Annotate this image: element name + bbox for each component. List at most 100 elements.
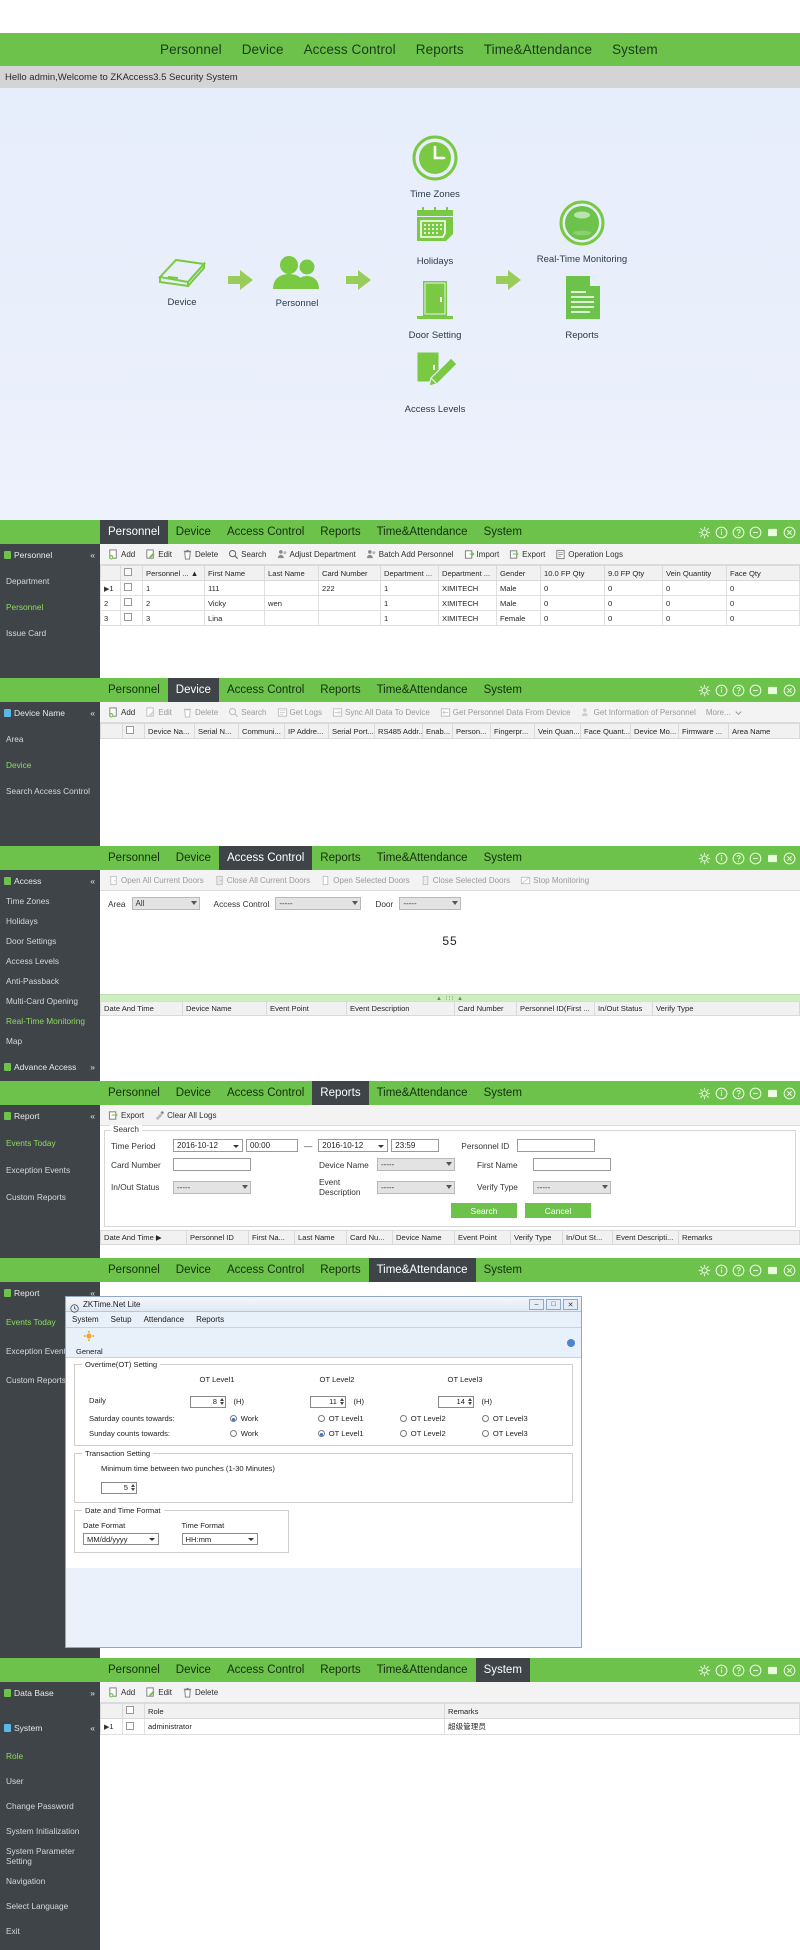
sidebar-item-access-levels[interactable]: Access Levels <box>0 951 100 971</box>
menu-item-device[interactable]: Device <box>232 39 294 60</box>
sidebar-header-database[interactable]: Data Base » <box>0 1682 100 1703</box>
col-vein-quantity[interactable]: Vein Quantity <box>662 565 727 581</box>
tab-access-control[interactable]: Access Control <box>219 520 312 544</box>
col-communication[interactable]: Communi... <box>238 723 285 739</box>
tab-time-attendance[interactable]: Time&Attendance <box>369 1658 476 1682</box>
col-department-num[interactable]: Department ... <box>380 565 439 581</box>
close-icon[interactable] <box>783 1087 796 1100</box>
col-in-out-status[interactable]: In/Out Status <box>594 1001 653 1016</box>
sidebar-item-navigation[interactable]: Navigation <box>0 1871 100 1891</box>
sidebar-item-map[interactable]: Map <box>0 1031 100 1051</box>
select-all-col[interactable] <box>120 565 143 581</box>
sidebar-item-issue-card[interactable]: Issue Card <box>0 623 100 643</box>
radio-icon[interactable] <box>317 1415 325 1422</box>
search-button[interactable]: Search <box>451 1203 517 1218</box>
min-punch-interval-spinner[interactable]: 5 <box>101 1481 137 1494</box>
spinner-arrows-icon[interactable] <box>340 1398 344 1405</box>
col-serial-number[interactable]: Serial N... <box>194 723 239 739</box>
sidebar-item-department[interactable]: Department <box>0 571 100 591</box>
tab-time-attendance[interactable]: Time&Attendance <box>369 520 476 544</box>
saturday-option-ot1[interactable]: OT Level1 <box>317 1414 400 1423</box>
date-from-input[interactable]: 2016-10-12 <box>173 1139 243 1152</box>
flow-node-holidays[interactable]: Holidays <box>398 206 472 267</box>
info-icon[interactable] <box>715 1264 728 1277</box>
card-number-input[interactable] <box>173 1158 251 1171</box>
import-button[interactable]: Import <box>460 549 504 560</box>
get-personnel-data-button[interactable]: Get Personnel Data From Device <box>436 707 575 718</box>
sidebar-header-system[interactable]: System « <box>0 1717 100 1738</box>
area-select[interactable]: All <box>131 897 200 910</box>
tab-time-attendance[interactable]: Time&Attendance <box>369 846 476 870</box>
operation-logs-button[interactable]: Operation Logs <box>551 549 627 560</box>
minimize-icon[interactable] <box>749 684 762 697</box>
tab-access-control[interactable]: Access Control <box>219 1081 312 1105</box>
col-card-number[interactable]: Card Number <box>454 1001 517 1016</box>
col-device-name[interactable]: Device Name <box>182 1001 267 1016</box>
tab-device[interactable]: Device <box>168 1258 219 1282</box>
menu-item-reports[interactable]: Reports <box>406 39 474 60</box>
col-serial-port[interactable]: Serial Port... <box>328 723 375 739</box>
sidebar-item-device[interactable]: Device <box>0 755 100 775</box>
sidebar-item-exit[interactable]: Exit <box>0 1921 100 1941</box>
sidebar-item-select-language[interactable]: Select Language <box>0 1896 100 1916</box>
select-all-checkbox[interactable] <box>126 726 134 734</box>
flow-node-personnel[interactable]: Personnel <box>262 256 332 309</box>
radio-icon[interactable] <box>229 1430 237 1437</box>
dialog-close-button[interactable]: ✕ <box>563 1299 578 1310</box>
ot-level1-spinner[interactable]: 8 <box>190 1395 226 1408</box>
maximize-icon[interactable] <box>766 1264 779 1277</box>
delete-button[interactable]: Delete <box>178 1687 222 1698</box>
col-verify-type[interactable]: Verify Type <box>652 1001 800 1016</box>
help-icon[interactable] <box>732 684 745 697</box>
col-fp-10[interactable]: 10.0 FP Qty <box>540 565 605 581</box>
minimize-icon[interactable] <box>749 1664 762 1677</box>
gear-icon[interactable] <box>698 1264 711 1277</box>
spinner-arrows-icon[interactable] <box>131 1484 135 1491</box>
zktime-menu-reports[interactable]: Reports <box>196 1315 224 1324</box>
col-remarks[interactable]: Remarks <box>444 1703 800 1719</box>
flow-node-realtime-monitoring[interactable]: Real-Time Monitoring <box>534 200 630 265</box>
zktime-menu-attendance[interactable]: Attendance <box>144 1315 184 1324</box>
stop-monitoring-button[interactable]: Stop Monitoring <box>516 875 593 886</box>
sidebar-item-anti-passback[interactable]: Anti-Passback <box>0 971 100 991</box>
saturday-option-work[interactable]: Work <box>229 1414 318 1423</box>
col-rs485-address[interactable]: RS485 Addr... <box>374 723 423 739</box>
tab-device[interactable]: Device <box>168 520 219 544</box>
close-icon[interactable] <box>783 684 796 697</box>
col-event-point[interactable]: Event Point <box>266 1001 347 1016</box>
sidebar-item-holidays[interactable]: Holidays <box>0 911 100 931</box>
col-last-name[interactable]: Last Name <box>264 565 319 581</box>
col-ip-address[interactable]: IP Addre... <box>284 723 329 739</box>
batch-add-personnel-button[interactable]: Batch Add Personnel <box>362 549 458 560</box>
sunday-option-ot2[interactable]: OT Level2 <box>399 1429 482 1438</box>
add-button[interactable]: Add <box>104 548 139 560</box>
maximize-icon[interactable] <box>766 1087 779 1100</box>
col-face-qty[interactable]: Face Qty <box>726 565 800 581</box>
sidebar-item-role[interactable]: Role <box>0 1746 100 1766</box>
tab-access-control[interactable]: Access Control <box>219 1658 312 1682</box>
select-all-checkbox[interactable] <box>126 1706 134 1714</box>
ot-level3-spinner[interactable]: 14 <box>438 1395 474 1408</box>
col-first-name[interactable]: First Name <box>204 565 265 581</box>
flow-node-device[interactable]: Device <box>142 253 222 308</box>
door-select[interactable]: ----- <box>399 897 462 910</box>
date-to-input[interactable]: 2016-10-12 <box>318 1139 389 1152</box>
tab-system[interactable]: System <box>476 1081 530 1105</box>
menu-item-access-control[interactable]: Access Control <box>294 39 406 60</box>
sidebar-item-custom-reports[interactable]: Custom Reports <box>0 1187 100 1207</box>
col-personnel-id[interactable]: Personnel ... ▲ <box>142 565 205 581</box>
access-control-select[interactable]: ----- <box>275 897 362 910</box>
spinner-arrows-icon[interactable] <box>220 1398 224 1405</box>
tab-device[interactable]: Device <box>168 1658 219 1682</box>
tab-personnel[interactable]: Personnel <box>100 678 168 702</box>
zktime-menu-setup[interactable]: Setup <box>111 1315 132 1324</box>
flow-node-reports[interactable]: Reports <box>546 274 618 341</box>
col-event-description[interactable]: Event Description <box>346 1001 455 1016</box>
table-row[interactable]: 2 2 Vicky wen 1 XIMITECH Male 0 0 0 0 <box>100 595 800 611</box>
table-row[interactable]: ▶1 1 111 222 1 XIMITECH Male 0 0 0 0 <box>100 580 800 596</box>
tab-personnel[interactable]: Personnel <box>100 846 168 870</box>
col-area-name[interactable]: Area Name <box>728 723 800 739</box>
tab-system[interactable]: System <box>476 1258 530 1282</box>
help-icon[interactable] <box>732 1264 745 1277</box>
gear-icon[interactable] <box>698 1664 711 1677</box>
